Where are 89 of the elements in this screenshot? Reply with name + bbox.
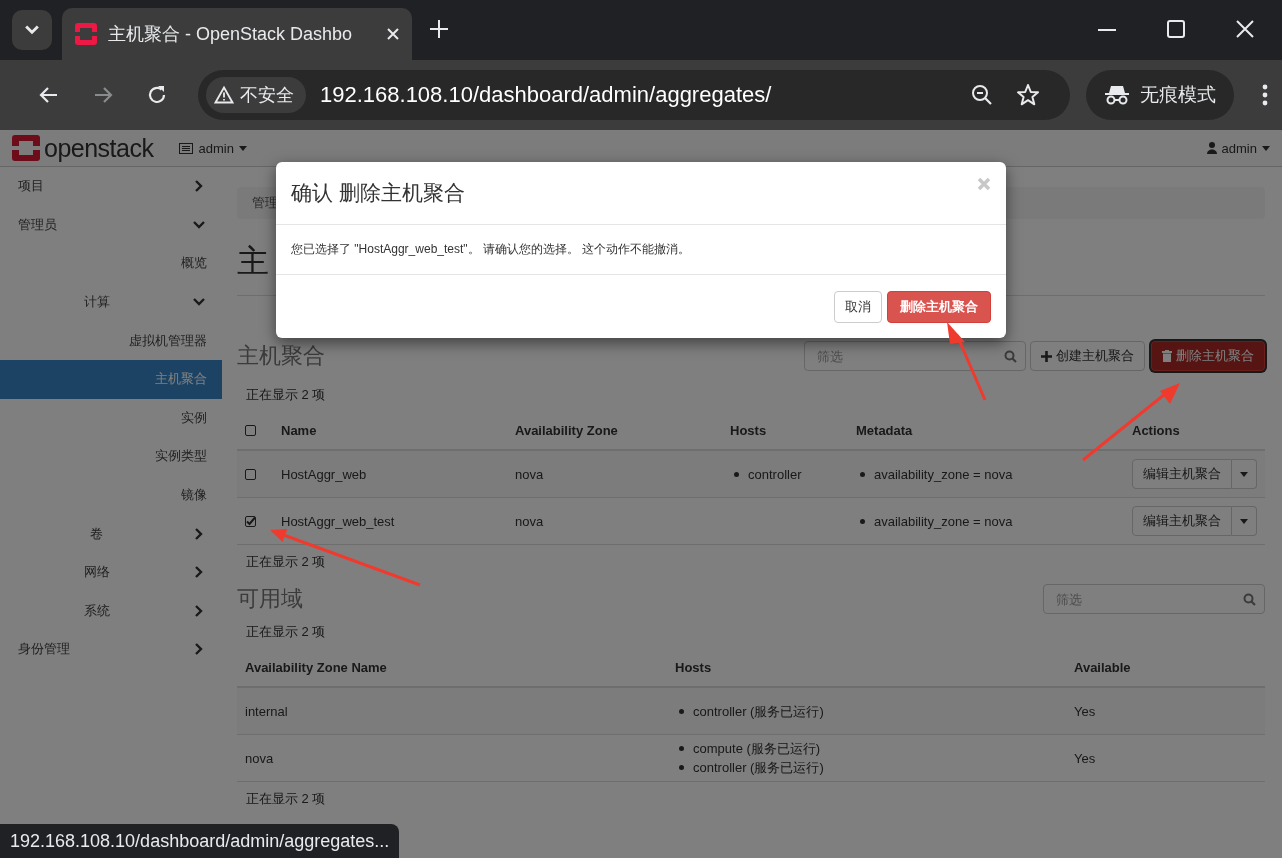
sidebar-item[interactable]: 实例类型: [0, 437, 222, 476]
table-cell: Yes: [1066, 687, 1265, 735]
delete-button[interactable]: 删除主机聚合: [1151, 341, 1265, 371]
user-icon: [1206, 142, 1217, 154]
trash-icon: [1162, 350, 1172, 362]
browser-tab[interactable]: 主机聚合 - OpenStack Dashbo: [62, 8, 412, 60]
metadata-entry: availability_zone = nova: [874, 465, 1013, 484]
cancel-button[interactable]: 取消: [834, 290, 882, 323]
security-label: 不安全: [240, 84, 294, 107]
url-text: 192.168.108.10/dashboard/admin/aggregates/: [320, 82, 773, 108]
bullet-icon: [860, 471, 865, 477]
confirm-delete-button[interactable]: 删除主机聚合: [887, 290, 991, 323]
maximize-icon[interactable]: [1167, 20, 1185, 38]
sidebar-group[interactable]: 卷: [0, 514, 222, 553]
search-icon: [1243, 593, 1256, 606]
sidebar-group[interactable]: 管理员: [0, 205, 222, 245]
list-icon: [179, 142, 194, 154]
checkbox[interactable]: [245, 424, 256, 436]
sidebar-group[interactable]: 计算: [0, 282, 222, 322]
address-bar[interactable]: 不安全 192.168.108.10/dashboard/admin/aggregates/: [198, 70, 1070, 120]
chevron-down-icon: [193, 218, 205, 231]
bullet-icon: [734, 471, 739, 477]
openstack-logo-icon: [74, 22, 98, 46]
section-title: 可用域: [237, 585, 304, 613]
host-name: compute (服务已运行): [693, 740, 821, 758]
checkbox[interactable]: [245, 515, 256, 527]
new-tab-icon[interactable]: [428, 18, 450, 40]
table-cell: internal: [237, 687, 667, 735]
bullet-icon: [679, 746, 684, 751]
openstack-logo-icon: [12, 135, 40, 161]
zoom-out-icon[interactable]: [970, 83, 994, 107]
table-cell: nova: [507, 450, 722, 498]
chevron-right-icon: [193, 643, 205, 656]
incognito-label: 无痕模式: [1140, 83, 1216, 107]
table-cell: Yes: [1066, 734, 1265, 782]
item-count: 正在显示 2 项: [246, 386, 327, 404]
item-count: 正在显示 2 项: [246, 553, 327, 571]
bullet-icon: [860, 518, 865, 524]
chevron-right-icon: [193, 180, 205, 193]
user-menu[interactable]: admin: [1206, 140, 1270, 156]
sidebar-group[interactable]: 系统: [0, 591, 222, 631]
item-count: 正在显示 2 项: [246, 790, 327, 808]
caret-icon: [1262, 145, 1270, 151]
table-cell: HostAggr_web: [273, 450, 507, 498]
incognito-icon: [1104, 84, 1130, 106]
menu-icon[interactable]: [1262, 83, 1268, 107]
sidebar-item[interactable]: 概览: [0, 244, 222, 283]
search-icon: [1004, 350, 1017, 363]
create-button[interactable]: 创建主机聚合: [1030, 341, 1145, 371]
section-title: 主机聚合: [237, 342, 326, 370]
checkbox[interactable]: [245, 468, 256, 480]
bullet-icon: [679, 765, 684, 770]
dialog-title: 确认 删除主机聚合: [291, 180, 466, 206]
host-name: controller (服务已运行): [693, 759, 824, 777]
tab-list-button[interactable]: [12, 10, 52, 50]
caret-icon: [1240, 471, 1248, 477]
chevron-right-icon: [193, 527, 205, 540]
sidebar-item[interactable]: 主机聚合: [0, 359, 222, 399]
edit-button[interactable]: 编辑主机聚合: [1132, 459, 1232, 489]
metadata-entry: availability_zone = nova: [874, 512, 1013, 531]
dropdown-toggle[interactable]: [1232, 506, 1257, 536]
dialog-message: 您已选择了 "HostAggr_web_test"。 请确认您的选择。 这个动作不能撤消。: [291, 241, 691, 258]
caret-icon: [1240, 518, 1248, 524]
star-icon[interactable]: [1016, 83, 1040, 107]
incognito-chip[interactable]: 无痕模式: [1086, 70, 1234, 120]
warning-icon: [214, 86, 234, 104]
page-title: 主: [237, 242, 269, 281]
sidebar-group[interactable]: 项目: [0, 167, 222, 206]
chevron-right-icon: [193, 566, 205, 579]
host-name: controller: [748, 465, 802, 484]
sidebar-item[interactable]: 镜像: [0, 475, 222, 515]
dropdown-toggle[interactable]: [1232, 459, 1257, 489]
sidebar-group[interactable]: 身份管理: [0, 630, 222, 669]
project-menu[interactable]: admin: [179, 140, 247, 156]
chevron-down-icon: [25, 23, 39, 37]
security-chip[interactable]: 不安全: [206, 77, 306, 113]
chevron-right-icon: [193, 604, 205, 617]
sidebar-item[interactable]: 虚拟机管理器: [0, 321, 222, 360]
plus-icon: [1041, 350, 1052, 362]
logo-text: openstack: [44, 133, 154, 163]
item-count: 正在显示 2 项: [246, 623, 327, 641]
host-name: controller (服务已运行): [693, 702, 824, 721]
caret-icon: [238, 145, 247, 151]
table-cell: nova: [507, 497, 722, 545]
bullet-icon: [679, 708, 684, 714]
table-cell: nova: [237, 734, 667, 782]
edit-button[interactable]: 编辑主机聚合: [1132, 506, 1232, 536]
status-url: 192.168.108.10/dashboard/admin/aggregates...: [0, 824, 400, 858]
sidebar-group[interactable]: 网络: [0, 552, 222, 592]
